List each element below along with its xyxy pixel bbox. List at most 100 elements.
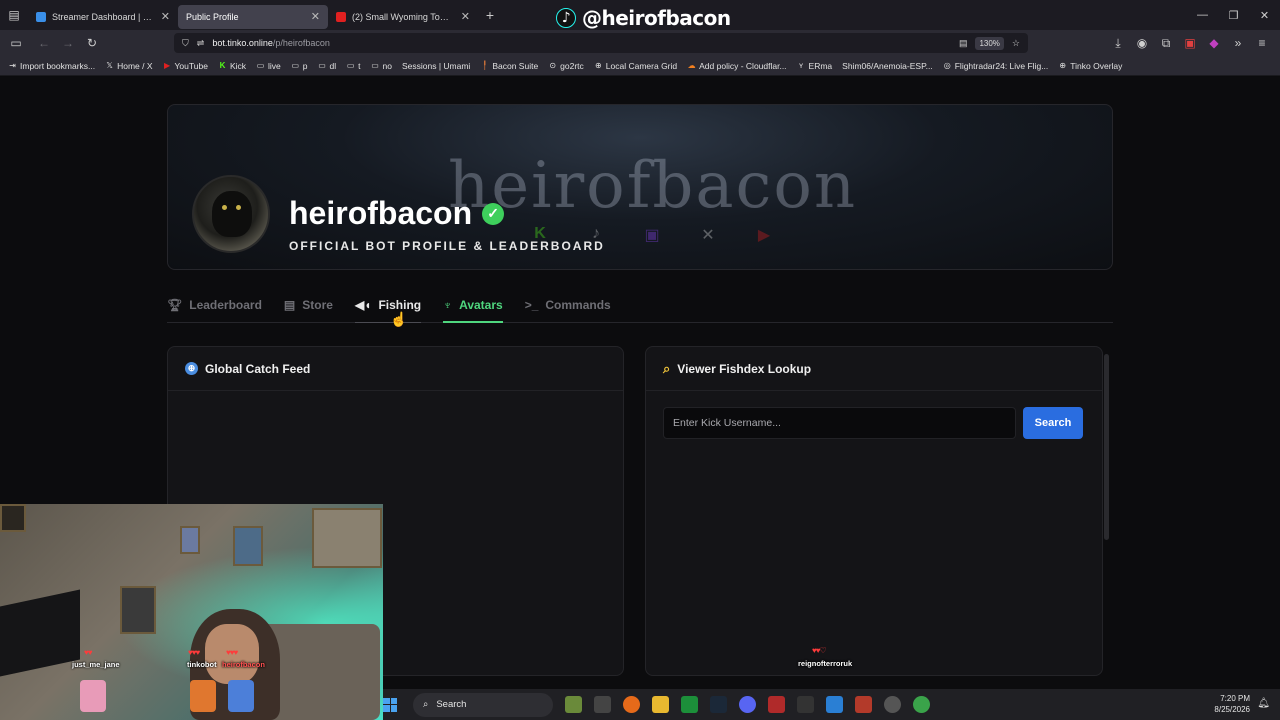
discord-icon[interactable] (739, 696, 756, 713)
globe-icon: ⊕ (1059, 61, 1067, 70)
sprite-name: heirofbacon (222, 660, 265, 669)
tab-commands[interactable]: >_ Commands (525, 291, 611, 319)
url-bar[interactable]: ⛉ ⇌ bot.tinko.online/p/heirofbacon ▤ 130… (174, 33, 1028, 53)
window-close-icon[interactable]: ✕ (1249, 0, 1280, 30)
bookmark-star-icon[interactable]: ☆ (1012, 38, 1020, 49)
store-icon: ▤ (283, 298, 296, 312)
voicemeeter-icon[interactable] (768, 696, 785, 713)
site-info-icon[interactable]: ⇌ (197, 38, 205, 49)
twitch-icon[interactable]: ▣ (642, 225, 662, 245)
bookmark-folder-p[interactable]: ▭ p (291, 61, 308, 71)
youtube-icon[interactable]: ▶ (754, 225, 774, 245)
catch-feed-title: Global Catch Feed (205, 361, 311, 376)
reader-view-icon[interactable]: ▤ (959, 38, 968, 49)
mouse-cursor-icon: ☝ (390, 311, 408, 327)
notification-bell-icon[interactable]: 🔔︎ (1257, 698, 1270, 709)
tab-avatars[interactable]: ♆ Avatars (443, 291, 503, 323)
reload-icon[interactable]: ↻ (80, 31, 104, 55)
tab-title: Streamer Dashboard | Tinkobot (52, 11, 155, 22)
username-input[interactable] (663, 407, 1016, 439)
taskbar-apps (565, 696, 930, 713)
bookmark-folder-live[interactable]: ▭ live (256, 61, 281, 71)
bookmark-umami[interactable]: Sessions | Umami (402, 61, 470, 71)
page-scrollbar[interactable] (1104, 354, 1109, 540)
close-icon[interactable]: ✕ (461, 10, 470, 23)
zoom-level[interactable]: 130% (975, 36, 1004, 50)
x-logo-icon: 𝕏 (106, 61, 113, 70)
close-icon[interactable]: ✕ (161, 10, 170, 23)
bookmark-folder-dl[interactable]: ▭ dl (318, 61, 336, 71)
bookmark-x[interactable]: 𝕏 Home / X (105, 61, 152, 71)
tab-store[interactable]: ▤ Store (284, 291, 333, 319)
bookmark-erma[interactable]: ʏ ERma (797, 61, 832, 71)
tab-public-profile[interactable]: Public Profile ✕ (178, 4, 328, 29)
minimize-icon[interactable]: — (1187, 0, 1218, 30)
kick-icon[interactable]: K (530, 225, 550, 245)
lincoln-portrait (120, 586, 156, 634)
bookmark-bacon-suite[interactable]: ╿ Bacon Suite (480, 61, 538, 71)
catch-feed-header: ⊕ Global Catch Feed (168, 347, 623, 391)
extension-red-icon[interactable]: ▣ (1178, 31, 1202, 55)
extension-purple-icon[interactable]: ◆ (1202, 31, 1226, 55)
menu-icon[interactable]: ≡ (1250, 31, 1274, 55)
cat-image (212, 191, 252, 237)
bookmark-folder-no[interactable]: ▭ no (371, 61, 392, 71)
wall-frame (180, 526, 200, 554)
bookmark-tinko-overlay[interactable]: ⊕ Tinko Overlay (1058, 61, 1122, 71)
avatar-sprite (855, 696, 872, 713)
verified-check-icon: ✓ (482, 202, 505, 225)
widgets-icon[interactable] (565, 696, 582, 713)
vscode-icon[interactable] (826, 696, 843, 713)
x-logo-icon[interactable]: ✕ (698, 225, 718, 245)
fishdex-lookup-card: ⌕ Viewer Fishdex Lookup Search (645, 346, 1103, 676)
new-tab-icon[interactable]: + (478, 7, 502, 23)
bookmark-folder-t[interactable]: ▭ t (346, 61, 361, 71)
terminal-icon: >_ (524, 298, 539, 312)
search-button[interactable]: Search (1023, 407, 1083, 439)
steam-icon[interactable] (710, 696, 727, 713)
bookmark-github[interactable]: Shim06/Anemoia-ESP... (842, 61, 933, 71)
avatar-sprite (228, 680, 254, 712)
firefox-icon[interactable] (623, 696, 640, 713)
tab-list-icon[interactable]: ▤ (0, 0, 28, 30)
tab-leaderboard[interactable]: 🏆︎ Leaderboard (167, 291, 262, 319)
sidebar-toggle-icon[interactable]: ▭ (4, 31, 28, 55)
tab-title: Public Profile (186, 11, 239, 22)
bookmark-import[interactable]: ⇥ Import bookmarks... (8, 61, 95, 71)
settings-icon[interactable] (884, 696, 901, 713)
bookmark-go2rtc[interactable]: ⊙ go2rtc (548, 61, 583, 71)
task-view-icon[interactable] (594, 696, 611, 713)
chrome-icon[interactable] (913, 696, 930, 713)
bookmark-youtube[interactable]: ▶ YouTube (163, 61, 208, 71)
social-links: K ♪ ▣ ✕ ▶ (530, 225, 774, 245)
clock[interactable]: 7:20 PM 8/25/2026 (1214, 693, 1250, 715)
hearts-icon: ♥♥ (84, 648, 92, 657)
back-icon[interactable]: ← (32, 31, 56, 55)
bookmark-kick[interactable]: K Kick (218, 61, 246, 71)
extensions-icon[interactable]: ⧉ (1154, 31, 1178, 55)
forward-icon[interactable]: → (56, 31, 80, 55)
bookmark-camera-grid[interactable]: ⊕ Local Camera Grid (594, 61, 677, 71)
avatar (192, 175, 270, 253)
bookmark-flightradar[interactable]: ◎ Flightradar24: Live Flig... (943, 61, 1049, 71)
downloads-icon[interactable]: ⤓ (1106, 31, 1130, 55)
bookmark-cloudflare[interactable]: ☁ Add policy - Cloudflar... (687, 61, 787, 71)
folder-icon: ▭ (291, 61, 300, 70)
account-icon[interactable]: ◉ (1130, 31, 1154, 55)
shield-icon[interactable]: ⛉ (182, 38, 189, 49)
tab-fishing[interactable]: ◀◖ Fishing (354, 291, 422, 323)
tab-youtube-video[interactable]: (2) Small Wyoming Town SHUT ✕ (328, 5, 478, 29)
terminal-icon[interactable] (797, 696, 814, 713)
tab-streamer-dashboard[interactable]: Streamer Dashboard | Tinkobot ✕ (28, 5, 178, 29)
xbox-icon[interactable] (681, 696, 698, 713)
taskbar-search[interactable]: ⌕ Search (413, 692, 553, 717)
windows-start-icon[interactable] (383, 697, 397, 712)
globe-icon: ⊕ (185, 362, 198, 375)
youtube-icon: ▶ (163, 61, 171, 70)
overflow-icon[interactable]: » (1226, 31, 1250, 55)
restore-icon[interactable]: ❐ (1218, 0, 1249, 30)
file-explorer-icon[interactable] (652, 696, 669, 713)
tiktok-icon[interactable]: ♪ (586, 225, 606, 245)
close-icon[interactable]: ✕ (311, 10, 320, 23)
url-text[interactable]: bot.tinko.online/p/heirofbacon (212, 38, 330, 48)
